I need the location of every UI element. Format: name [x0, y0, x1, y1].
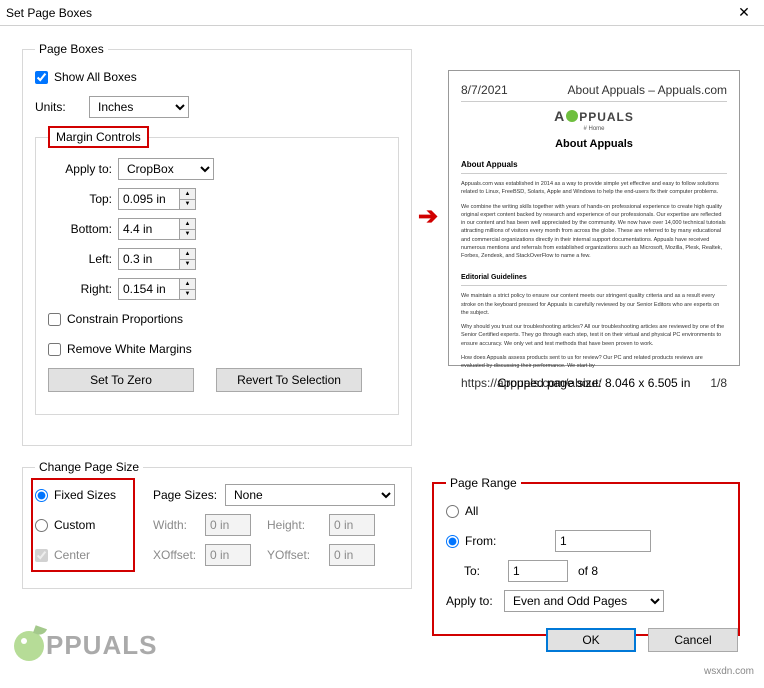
yoffset-input	[329, 544, 375, 566]
custom-radio[interactable]	[35, 519, 48, 532]
to-input[interactable]	[508, 560, 568, 582]
bottom-spinner[interactable]: ▲▼	[118, 218, 196, 240]
chevron-down-icon[interactable]: ▼	[180, 230, 195, 240]
chevron-down-icon[interactable]: ▼	[180, 200, 195, 210]
from-label: From:	[465, 534, 509, 548]
range-apply-to-label: Apply to:	[446, 594, 504, 608]
chevron-down-icon[interactable]: ▼	[180, 290, 195, 300]
chevron-up-icon[interactable]: ▲	[180, 249, 195, 260]
constrain-label: Constrain Proportions	[67, 312, 183, 326]
from-input[interactable]	[555, 530, 651, 552]
change-page-size-legend: Change Page Size	[35, 460, 143, 474]
apply-to-label: Apply to:	[48, 162, 112, 176]
page-boxes-group: Page Boxes Show All Boxes Units: Inches …	[22, 42, 412, 446]
revert-button[interactable]: Revert To Selection	[216, 368, 362, 392]
remove-white-checkbox[interactable]	[48, 343, 61, 356]
window-title: Set Page Boxes	[6, 6, 730, 20]
right-spinner[interactable]: ▲▼	[118, 278, 196, 300]
units-label: Units:	[35, 100, 83, 114]
all-radio[interactable]	[446, 505, 459, 518]
watermark-logo: PPUALS	[14, 630, 157, 661]
ok-button[interactable]: OK	[546, 628, 636, 652]
change-page-size-group: Change Page Size Fixed Sizes Custom Cent…	[22, 460, 412, 589]
cancel-button[interactable]: Cancel	[648, 628, 738, 652]
height-input	[329, 514, 375, 536]
titlebar: Set Page Boxes ✕	[0, 0, 764, 26]
center-checkbox	[35, 549, 48, 562]
right-input[interactable]	[119, 279, 179, 299]
all-label: All	[465, 504, 478, 518]
top-input[interactable]	[119, 189, 179, 209]
margin-controls-group: Margin Controls Apply to: CropBox Top: ▲…	[35, 126, 399, 415]
left-label: Left:	[48, 252, 112, 266]
page-boxes-legend: Page Boxes	[35, 42, 108, 56]
show-all-boxes-checkbox[interactable]	[35, 71, 48, 84]
bottom-input[interactable]	[119, 219, 179, 239]
xoffset-input	[205, 544, 251, 566]
custom-label: Custom	[54, 518, 95, 532]
top-label: Top:	[48, 192, 112, 206]
chevron-up-icon[interactable]: ▲	[180, 189, 195, 200]
center-label: Center	[54, 548, 90, 562]
show-all-boxes-label: Show All Boxes	[54, 70, 137, 84]
xoffset-label: XOffset:	[153, 548, 199, 562]
yoffset-label: YOffset:	[267, 548, 323, 562]
page-range-group: Page Range All From: To: of 8 Apply to: …	[432, 476, 740, 636]
from-radio[interactable]	[446, 535, 459, 548]
bottom-label: Bottom:	[48, 222, 112, 236]
units-select[interactable]: Inches	[89, 96, 189, 118]
chevron-down-icon[interactable]: ▼	[180, 260, 195, 270]
preview-panel: 8/7/2021About Appuals – Appuals.com APPU…	[448, 70, 740, 390]
left-input[interactable]	[119, 249, 179, 269]
height-label: Height:	[267, 518, 323, 532]
width-input	[205, 514, 251, 536]
margin-controls-legend: Margin Controls	[48, 126, 149, 148]
constrain-checkbox[interactable]	[48, 313, 61, 326]
page-sizes-select[interactable]: None	[225, 484, 395, 506]
watermark-site: wsxdn.com	[704, 666, 754, 677]
page-range-legend: Page Range	[446, 476, 521, 490]
range-apply-to-select[interactable]: Even and Odd Pages	[504, 590, 664, 612]
right-label: Right:	[48, 282, 112, 296]
close-icon[interactable]: ✕	[730, 4, 758, 21]
set-to-zero-button[interactable]: Set To Zero	[48, 368, 194, 392]
to-label: To:	[464, 564, 508, 578]
chevron-up-icon[interactable]: ▲	[180, 279, 195, 290]
fixed-sizes-label: Fixed Sizes	[54, 488, 116, 502]
left-spinner[interactable]: ▲▼	[118, 248, 196, 270]
of-pages-text: of 8	[578, 564, 598, 578]
page-preview: 8/7/2021About Appuals – Appuals.com APPU…	[448, 70, 740, 366]
remove-white-label: Remove White Margins	[67, 342, 192, 356]
width-label: Width:	[153, 518, 199, 532]
page-sizes-label: Page Sizes:	[153, 488, 219, 502]
arrow-right-icon: ➔	[418, 202, 438, 231]
fixed-sizes-radio[interactable]	[35, 489, 48, 502]
apply-to-select[interactable]: CropBox	[118, 158, 214, 180]
preview-title: About Appuals	[461, 138, 727, 150]
top-spinner[interactable]: ▲▼	[118, 188, 196, 210]
chevron-up-icon[interactable]: ▲	[180, 219, 195, 230]
